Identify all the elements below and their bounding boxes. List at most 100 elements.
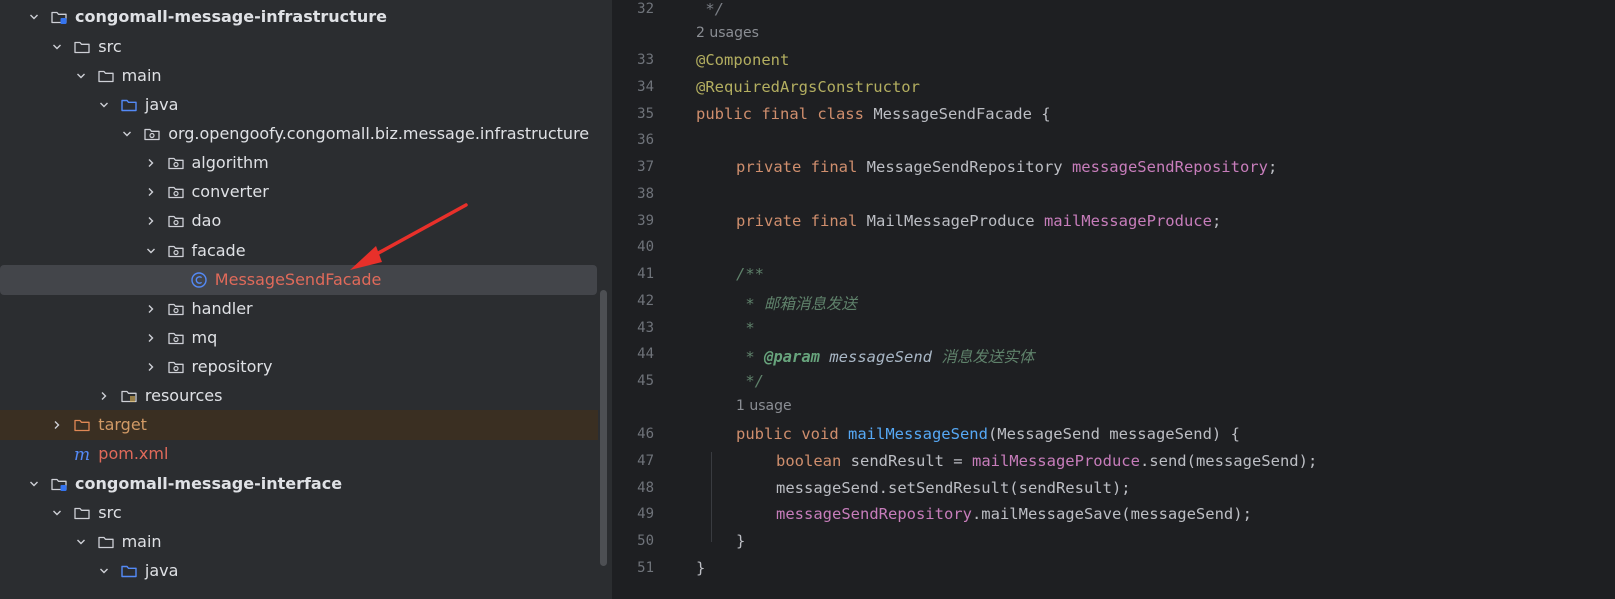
chevron-right-icon[interactable] — [146, 333, 156, 343]
method-call: .mailMessageSave(messageSend); — [971, 505, 1252, 523]
line-number: 40 — [637, 239, 654, 255]
code-line-51[interactable]: } — [696, 559, 705, 577]
tree-item-org-opengoofy-congomall-biz-message-infrastructure[interactable]: org.opengoofy.congomall.biz.message.infr… — [0, 119, 598, 149]
line-number: 47 — [637, 453, 654, 469]
chevron-right-icon[interactable] — [52, 420, 62, 430]
line-number: 48 — [637, 480, 654, 496]
tree-item-src[interactable]: src — [0, 498, 598, 528]
usages-hint-method[interactable]: 1 usage — [736, 398, 792, 414]
chevron-down-icon[interactable] — [52, 508, 62, 518]
tree-item-handler[interactable]: handler — [0, 294, 598, 324]
code-line-35[interactable]: public final class MessageSendFacade { — [696, 105, 1051, 123]
tree-item-label: src — [98, 37, 122, 56]
annotation-required-args: @RequiredArgsConstructor — [696, 78, 920, 96]
svg-text:m: m — [74, 445, 90, 463]
code-line-39[interactable]: private final MailMessageProduce mailMes… — [736, 212, 1221, 230]
tree-item-repository[interactable]: repository — [0, 352, 598, 382]
chevron-right-icon[interactable] — [99, 391, 109, 401]
tree-item-congomall-message-interface[interactable]: congomall-message-interface — [0, 469, 598, 499]
tree-item-mq[interactable]: mq — [0, 323, 598, 353]
tree-item-messagesendfacade[interactable]: MessageSendFacade — [0, 265, 597, 295]
tree-item-label: target — [98, 415, 147, 434]
code-line-43[interactable]: * — [736, 319, 755, 337]
class-name: MessageSendFacade { — [863, 105, 1051, 123]
chevron-down-icon[interactable] — [76, 71, 86, 81]
source-folder-icon — [120, 562, 138, 580]
tree-item-congomall-message-infrastructure[interactable]: congomall-message-infrastructure — [0, 2, 598, 32]
tree-item-facade[interactable]: facade — [0, 236, 598, 266]
chevron-down-icon[interactable] — [29, 12, 39, 22]
code-line-42[interactable]: * 邮箱消息发送 — [736, 292, 857, 314]
package-icon — [167, 358, 185, 376]
code-line-44[interactable]: * @param messageSend 消息发送实体 — [736, 345, 1034, 367]
field-type: MessageSendRepository — [857, 158, 1072, 176]
chevron-right-icon[interactable] — [146, 304, 156, 314]
tree-item-label: congomall-message-interface — [75, 474, 343, 493]
tree-item-java[interactable]: java — [0, 90, 598, 120]
tree-item-main[interactable]: main — [0, 527, 598, 557]
code-line-50[interactable]: } — [736, 532, 745, 550]
field-name: messageSendRepository — [1071, 158, 1268, 176]
tree-item-label: mq — [191, 328, 218, 347]
chevron-down-icon[interactable] — [29, 479, 39, 489]
code-line-33[interactable]: @Component — [696, 51, 789, 69]
tree-item-target[interactable]: target — [0, 410, 598, 440]
folder-icon — [97, 67, 115, 85]
code-line-45[interactable]: */ — [736, 372, 764, 390]
javadoc-param-name: messageSend — [820, 348, 932, 366]
tree-item-label: resources — [144, 386, 223, 405]
chevron-right-icon[interactable] — [146, 216, 156, 226]
tree-item-resources[interactable]: resources — [0, 381, 598, 411]
code-line-32[interactable]: */ — [696, 0, 724, 18]
tree-item-label: congomall-message-infrastructure — [75, 7, 387, 26]
line-number: 36 — [637, 132, 654, 148]
tree-item-label: main — [121, 66, 162, 85]
code-editor[interactable]: 32 33 34 35 36 37 38 39 40 41 42 43 44 45 46 47 48 49 50 51… — [612, 0, 1615, 599]
chevron-down-icon[interactable] — [122, 129, 132, 139]
chevron-down-icon[interactable] — [99, 566, 109, 576]
line-number: 44 — [637, 346, 654, 362]
tree-item-label: dao — [191, 211, 222, 230]
tree-item-label: src — [98, 503, 122, 522]
excluded-folder-icon — [73, 416, 91, 434]
line-number: 32 — [637, 1, 654, 17]
module-folder-icon — [50, 475, 68, 493]
chevron-down-icon[interactable] — [52, 42, 62, 52]
tree-item-dao[interactable]: dao — [0, 206, 598, 236]
chevron-down-icon[interactable] — [76, 537, 86, 547]
package-icon — [167, 183, 185, 201]
code-line-41[interactable]: /** — [736, 265, 764, 283]
tree-item-label: org.opengoofy.congomall.biz.message.infr… — [168, 124, 590, 143]
javadoc-text: * — [736, 319, 755, 337]
code-line-47[interactable]: boolean sendResult = mailMessageProduce.… — [776, 452, 1317, 470]
code-line-37[interactable]: private final MessageSendRepository mess… — [736, 158, 1277, 176]
field-ref: mailMessageProduce — [971, 452, 1140, 470]
tree-item-label: converter — [191, 182, 269, 201]
field-modifiers: private final — [736, 158, 858, 176]
tree-item-label: handler — [191, 299, 253, 318]
tree-item-main[interactable]: main — [0, 61, 598, 91]
method-modifiers: public void — [736, 425, 839, 443]
chevron-right-icon[interactable] — [146, 158, 156, 168]
folder-icon — [73, 504, 91, 522]
chevron-right-icon[interactable] — [146, 362, 156, 372]
code-line-49[interactable]: messageSendRepository.mailMessageSave(me… — [776, 505, 1252, 523]
chevron-down-icon[interactable] — [146, 246, 156, 256]
chevron-down-icon[interactable] — [99, 100, 109, 110]
tree-item-src[interactable]: src — [0, 32, 598, 62]
line-number: 41 — [637, 266, 654, 282]
field-name: mailMessageProduce — [1043, 212, 1212, 230]
javadoc-star: * — [736, 348, 764, 366]
code-line-34[interactable]: @RequiredArgsConstructor — [696, 78, 920, 96]
tree-item-algorithm[interactable]: algorithm — [0, 148, 598, 178]
tree-scrollbar[interactable] — [600, 290, 607, 566]
usages-hint-class[interactable]: 2 usages — [696, 25, 759, 41]
tree-item-converter[interactable]: converter — [0, 177, 598, 207]
tree-item-pom-xml[interactable]: m pom.xml — [0, 439, 598, 469]
tree-item-java[interactable]: java — [0, 556, 598, 586]
code-line-46[interactable]: public void mailMessageSend(MessageSend … — [736, 425, 1240, 443]
code-line-48[interactable]: messageSend.setSendResult(sendResult); — [776, 479, 1131, 497]
line-number: 49 — [637, 506, 654, 522]
chevron-right-icon[interactable] — [146, 187, 156, 197]
javadoc-open: /** — [736, 265, 764, 283]
